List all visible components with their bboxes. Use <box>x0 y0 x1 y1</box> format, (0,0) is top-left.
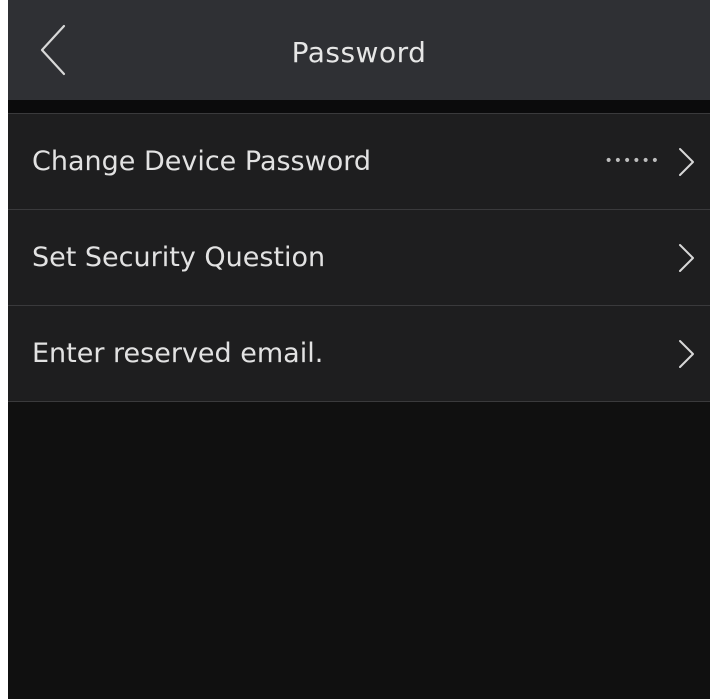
enter-reserved-email-item[interactable]: Enter reserved email. <box>8 305 710 402</box>
change-device-password-label: Change Device Password <box>32 146 371 177</box>
page-title: Password <box>291 36 427 69</box>
set-security-question-label: Set Security Question <box>32 242 326 273</box>
password-mask-value: •••••• <box>604 153 660 169</box>
change-device-password-item[interactable]: Change Device Password •••••• <box>8 113 710 209</box>
set-security-question-item[interactable]: Set Security Question <box>8 209 710 305</box>
chevron-right-icon <box>676 243 696 273</box>
settings-list: Change Device Password •••••• Set Securi… <box>8 113 710 402</box>
enter-reserved-email-label: Enter reserved email. <box>32 338 324 369</box>
password-screen: Password Change Device Password •••••• S… <box>8 0 710 699</box>
header-divider <box>8 100 710 113</box>
chevron-right-icon <box>676 147 696 177</box>
chevron-left-icon <box>40 24 66 76</box>
header-bar: Password <box>8 0 710 100</box>
chevron-right-icon <box>676 339 696 369</box>
back-button[interactable] <box>28 22 78 78</box>
